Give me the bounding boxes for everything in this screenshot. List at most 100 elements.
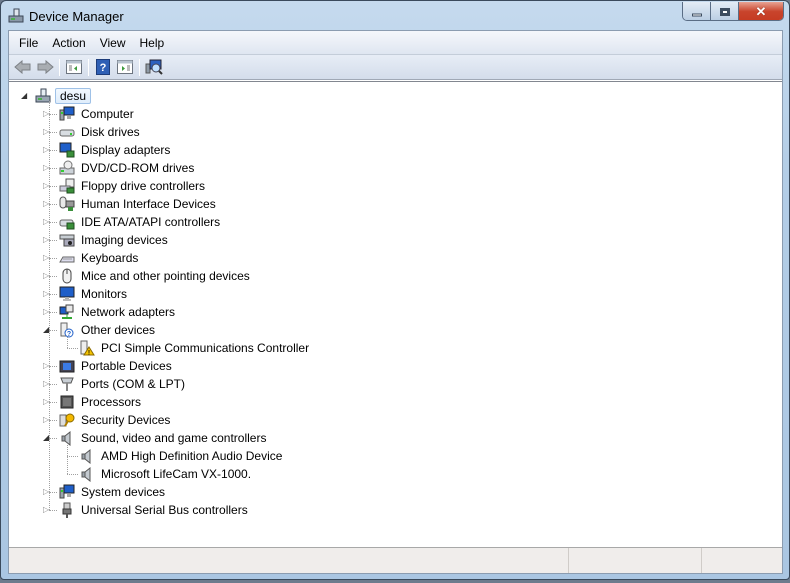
disk-drive-icon	[59, 124, 75, 140]
minimize-button[interactable]	[683, 2, 711, 20]
computer-icon	[59, 106, 75, 122]
status-bar	[9, 547, 782, 573]
close-button[interactable]: ✕	[739, 2, 783, 20]
menu-action[interactable]: Action	[45, 34, 92, 52]
tree-category-display-adapters[interactable]: ▷ Display adapters	[43, 141, 172, 159]
tree-connector	[49, 168, 57, 169]
tree-connector	[49, 510, 57, 511]
node-label: Ports (COM & LPT)	[81, 377, 186, 391]
processor-icon	[59, 394, 75, 410]
tree-connector	[49, 438, 57, 439]
hid-icon	[59, 196, 75, 212]
tree-category-floppy-drive-controllers[interactable]: ▷ Floppy drive controllers	[43, 177, 207, 195]
close-icon: ✕	[755, 3, 767, 19]
tree-category-imaging-devices[interactable]: ▷ Imaging devices	[43, 231, 170, 249]
node-label: Universal Serial Bus controllers	[81, 503, 248, 517]
node-label: Portable Devices	[81, 359, 172, 373]
node-label: Display adapters	[81, 143, 171, 157]
tree-connector	[67, 474, 78, 475]
tree-category-universal-serial-bus-controllers[interactable]: ▷ Universal Serial Bus controllers	[43, 501, 250, 519]
keyboard-icon	[59, 250, 75, 266]
status-pane	[702, 548, 782, 573]
node-label: Network adapters	[81, 305, 176, 319]
svg-text:!: !	[88, 351, 90, 357]
system-device-icon	[59, 484, 75, 500]
tree-device-microsoft-lifecam-vx-1000[interactable]: Microsoft LifeCam VX-1000.	[79, 465, 253, 483]
unknown-device-icon: ?	[59, 322, 75, 338]
tree-connector	[49, 294, 57, 295]
node-label: Other devices	[81, 323, 156, 337]
network-adapter-icon	[59, 304, 75, 320]
tree-connector	[49, 240, 57, 241]
tree-category-sound-video-and-game-controllers[interactable]: ◢ Sound, video and game controllers	[43, 429, 268, 447]
port-icon	[59, 376, 75, 392]
action-pane-button[interactable]	[114, 57, 136, 78]
tree-device-amd-high-definition-audio-device[interactable]: AMD High Definition Audio Device	[79, 447, 284, 465]
arrow-left-icon	[14, 60, 31, 74]
portable-device-icon	[59, 358, 75, 374]
tree-connector	[49, 366, 57, 367]
scan-hardware-button[interactable]	[143, 57, 165, 78]
maximize-button[interactable]	[711, 2, 739, 20]
tree-connector	[49, 402, 57, 403]
title-bar[interactable]: Device Manager ✕	[1, 1, 789, 31]
tree-category-keyboards[interactable]: ▷ Keyboards	[43, 249, 140, 267]
node-label: Sound, video and game controllers	[81, 431, 267, 445]
console-tree-button[interactable]	[63, 57, 85, 78]
toolbar: ?	[9, 55, 782, 80]
minimize-icon	[691, 13, 702, 16]
tree-category-mice-and-other-pointing-devices[interactable]: ▷ Mice and other pointing devices	[43, 267, 252, 285]
toolbar-separator	[59, 58, 60, 76]
security-device-icon	[59, 412, 75, 428]
tree-device-pci-simple-communications-controller[interactable]: ! PCI Simple Communications Controller	[79, 339, 311, 357]
tree-root-desu[interactable]: ◢ desu	[21, 87, 92, 105]
tree-connector	[67, 348, 78, 349]
tree-category-network-adapters[interactable]: ▷ Network adapters	[43, 303, 177, 321]
collapse-icon[interactable]: ◢	[21, 91, 30, 100]
caption-buttons: ✕	[682, 2, 784, 21]
maximize-icon	[719, 7, 730, 16]
speaker-icon	[59, 430, 75, 447]
menu-help[interactable]: Help	[133, 34, 172, 52]
tree-connector	[49, 492, 57, 493]
imaging-device-icon	[59, 232, 75, 248]
tree-connector	[49, 186, 57, 187]
menu-view[interactable]: View	[93, 34, 133, 52]
floppy-controller-icon	[59, 178, 75, 194]
tree-category-portable-devices[interactable]: ▷ Portable Devices	[43, 357, 174, 375]
window-title: Device Manager	[29, 9, 124, 24]
console-tree-icon	[66, 60, 82, 74]
tree-category-computer[interactable]: ▷ Computer	[43, 105, 136, 123]
tree-category-monitors[interactable]: ▷ Monitors	[43, 285, 129, 303]
scan-hardware-icon	[145, 59, 163, 75]
tree-category-system-devices[interactable]: ▷ System devices	[43, 483, 167, 501]
tree-connector	[49, 222, 57, 223]
node-label: AMD High Definition Audio Device	[101, 449, 283, 463]
tree-category-human-interface-devices[interactable]: ▷ Human Interface Devices	[43, 195, 218, 213]
device-tree[interactable]: ◢ desu ▷ Computer ▷ Disk drives ▷ Display adapt…	[9, 81, 782, 547]
tree-connector	[49, 150, 57, 151]
client-area: File Action View Help ? ◢ desu ▷ Compute…	[8, 30, 783, 574]
tree-category-ports-com-lpt[interactable]: ▷ Ports (COM & LPT)	[43, 375, 187, 393]
help-icon: ?	[96, 59, 110, 75]
tree-connector	[49, 258, 57, 259]
monitor-icon	[59, 286, 75, 302]
help-button[interactable]: ?	[92, 57, 114, 78]
tree-category-security-devices[interactable]: ▷ Security Devices	[43, 411, 172, 429]
tree-connector	[49, 132, 57, 133]
tree-category-processors[interactable]: ▷ Processors	[43, 393, 143, 411]
tree-connector	[49, 330, 57, 331]
back-button[interactable]	[12, 57, 34, 78]
forward-button[interactable]	[34, 57, 56, 78]
dvd-drive-icon	[59, 160, 75, 176]
tree-category-disk-drives[interactable]: ▷ Disk drives	[43, 123, 142, 141]
tree-category-dvd-cd-rom-drives[interactable]: ▷ DVD/CD-ROM drives	[43, 159, 196, 177]
menu-file[interactable]: File	[12, 34, 45, 52]
tree-category-ide-ata-atapi-controllers[interactable]: ▷ IDE ATA/ATAPI controllers	[43, 213, 222, 231]
tree-category-other-devices[interactable]: ◢? Other devices	[43, 321, 157, 339]
tree-connector	[49, 101, 50, 510]
svg-text:?: ?	[100, 62, 107, 74]
device-manager-window: Device Manager ✕ File Action View Help ?…	[0, 0, 790, 580]
speaker-icon	[79, 466, 95, 483]
arrow-right-icon	[37, 60, 54, 74]
